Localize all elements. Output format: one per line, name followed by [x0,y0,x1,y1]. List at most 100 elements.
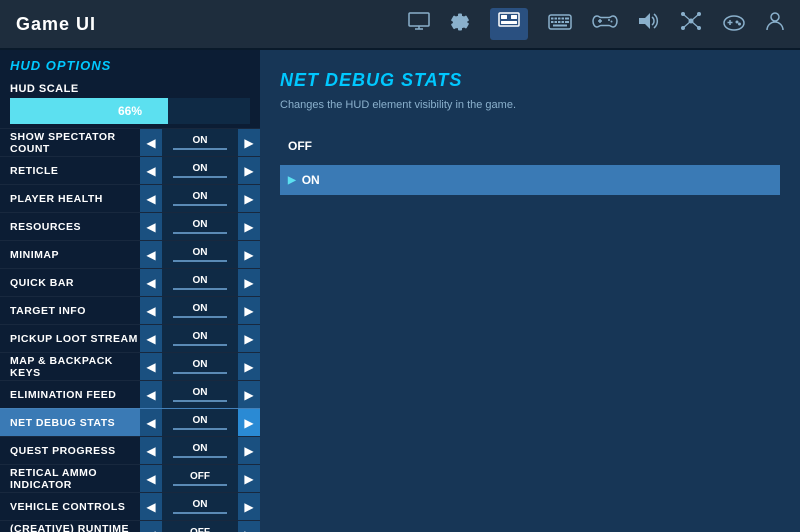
left-arrow-button[interactable]: ◀ [140,213,162,240]
value-bar: ON [162,325,238,352]
value-text: ON [193,387,208,398]
setting-row[interactable]: MAP & BACKPACK KEYS◀ON▶ [0,352,260,380]
audio-icon[interactable] [638,11,660,37]
right-arrow-button[interactable]: ▶ [238,269,260,296]
right-arrow-button[interactable]: ▶ [238,521,260,532]
value-underline [173,344,226,346]
value-underline [173,204,226,206]
option-item[interactable]: OFF [280,131,780,161]
network-icon[interactable] [680,11,702,37]
value-text: ON [193,303,208,314]
option-item[interactable]: ▶ ON [280,165,780,195]
setting-row[interactable]: QUEST PROGRESS◀ON▶ [0,436,260,464]
setting-row[interactable]: (CREATIVE) RUNTIME PERFORMANCE STATS◀OFF… [0,520,260,532]
left-arrow-button[interactable]: ◀ [140,437,162,464]
right-arrow-button[interactable]: ▶ [238,437,260,464]
user-icon[interactable] [766,11,784,37]
left-arrow-button[interactable]: ◀ [140,465,162,492]
left-arrow-button[interactable]: ◀ [140,157,162,184]
value-text: ON [193,359,208,370]
setting-row[interactable]: QUICK BAR◀ON▶ [0,268,260,296]
setting-row[interactable]: RESOURCES◀ON▶ [0,212,260,240]
hud-icon[interactable] [490,8,528,40]
setting-control: ◀ OFF ▶ [140,465,260,492]
right-arrow-button[interactable]: ▶ [238,409,260,436]
right-arrow-button[interactable]: ▶ [238,129,260,156]
setting-control: ◀ ON ▶ [140,353,260,380]
left-panel: HUD OPTIONS HUD SCALE 66% SHOW SPECTATOR… [0,50,260,532]
left-arrow-button[interactable]: ◀ [140,353,162,380]
hud-scale-value: 66% [10,104,250,118]
right-arrow-button[interactable]: ▶ [238,493,260,520]
value-text: ON [193,275,208,286]
option-label: ON [302,173,320,187]
left-arrow-button[interactable]: ◀ [140,297,162,324]
keyboard-icon[interactable] [548,13,572,36]
value-bar: ON [162,437,238,464]
right-arrow-button[interactable]: ▶ [238,241,260,268]
value-text: ON [193,415,208,426]
left-arrow-button[interactable]: ◀ [140,381,162,408]
setting-label: NET DEBUG STATS [0,417,140,429]
controller-icon[interactable] [592,12,618,36]
left-arrow-button[interactable]: ◀ [140,325,162,352]
hud-scale-slider[interactable]: 66% [10,98,250,124]
monitor-icon[interactable] [408,12,430,36]
setting-row[interactable]: TARGET INFO◀ON▶ [0,296,260,324]
setting-row[interactable]: SHOW SPECTATOR COUNT◀ON▶ [0,128,260,156]
setting-row[interactable]: VEHICLE CONTROLS◀ON▶ [0,492,260,520]
value-underline [173,400,226,402]
right-arrow-button[interactable]: ▶ [238,297,260,324]
setting-control: ◀ON▶ [140,129,260,156]
setting-row[interactable]: RETICAL AMMO INDICATOR◀OFF▶ [0,464,260,492]
gear-icon[interactable] [450,11,470,37]
right-arrow-button[interactable]: ▶ [238,157,260,184]
left-arrow-button[interactable]: ◀ [140,409,162,436]
left-arrow-button[interactable]: ◀ [140,129,162,156]
setting-control: ◀ON▶ [140,185,260,212]
setting-row[interactable]: RETICLE◀ON▶ [0,156,260,184]
value-underline [173,288,226,290]
right-arrow-button[interactable]: ▶ [238,381,260,408]
value-bar: ON [162,157,238,184]
value-underline [173,316,226,318]
setting-label: SHOW SPECTATOR COUNT [0,131,140,155]
main-content: HUD OPTIONS HUD SCALE 66% SHOW SPECTATOR… [0,50,800,532]
setting-control: ◀ ON ▶ [140,213,260,240]
left-arrow-button[interactable]: ◀ [140,241,162,268]
value-text: ON [193,247,208,258]
settings-list: SHOW SPECTATOR COUNT◀ON▶RETICLE◀ON▶PLAYE… [0,128,260,532]
value-text: ON [193,219,208,230]
setting-label: RETICLE [0,165,140,177]
top-bar-icons [408,8,784,40]
right-arrow-button[interactable]: ▶ [238,465,260,492]
setting-row[interactable]: PLAYER HEALTH◀ON▶ [0,184,260,212]
setting-label: MINIMAP [0,249,140,261]
value-bar: OFF [162,521,238,532]
value-bar: ON [162,185,238,212]
left-arrow-button[interactable]: ◀ [140,185,162,212]
section-title: HUD OPTIONS [0,50,260,79]
value-underline [173,428,226,430]
setting-row[interactable]: MINIMAP◀ ON ▶ [0,240,260,268]
options-list: OFF ▶ ON [280,131,780,195]
setting-row[interactable]: NET DEBUG STATS◀ ON ▶ [0,408,260,436]
right-arrow-button[interactable]: ▶ [238,325,260,352]
setting-control: ◀ON▶ [140,325,260,352]
left-arrow-button[interactable]: ◀ [140,269,162,296]
right-arrow-button[interactable]: ▶ [238,213,260,240]
value-bar: ON [162,129,238,156]
value-bar: ON [162,297,238,324]
setting-label: VEHICLE CONTROLS [0,501,140,513]
left-arrow-button[interactable]: ◀ [140,521,162,532]
value-underline [173,176,226,178]
right-arrow-button[interactable]: ▶ [238,353,260,380]
gamepad-icon[interactable] [722,11,746,37]
setting-label: PLAYER HEALTH [0,193,140,205]
left-arrow-button[interactable]: ◀ [140,493,162,520]
setting-row[interactable]: ELIMINATION FEED◀ON▶ [0,380,260,408]
value-underline [173,232,226,234]
setting-row[interactable]: PICKUP LOOT STREAM◀ON▶ [0,324,260,352]
right-arrow-button[interactable]: ▶ [238,185,260,212]
value-text: OFF [190,471,210,482]
